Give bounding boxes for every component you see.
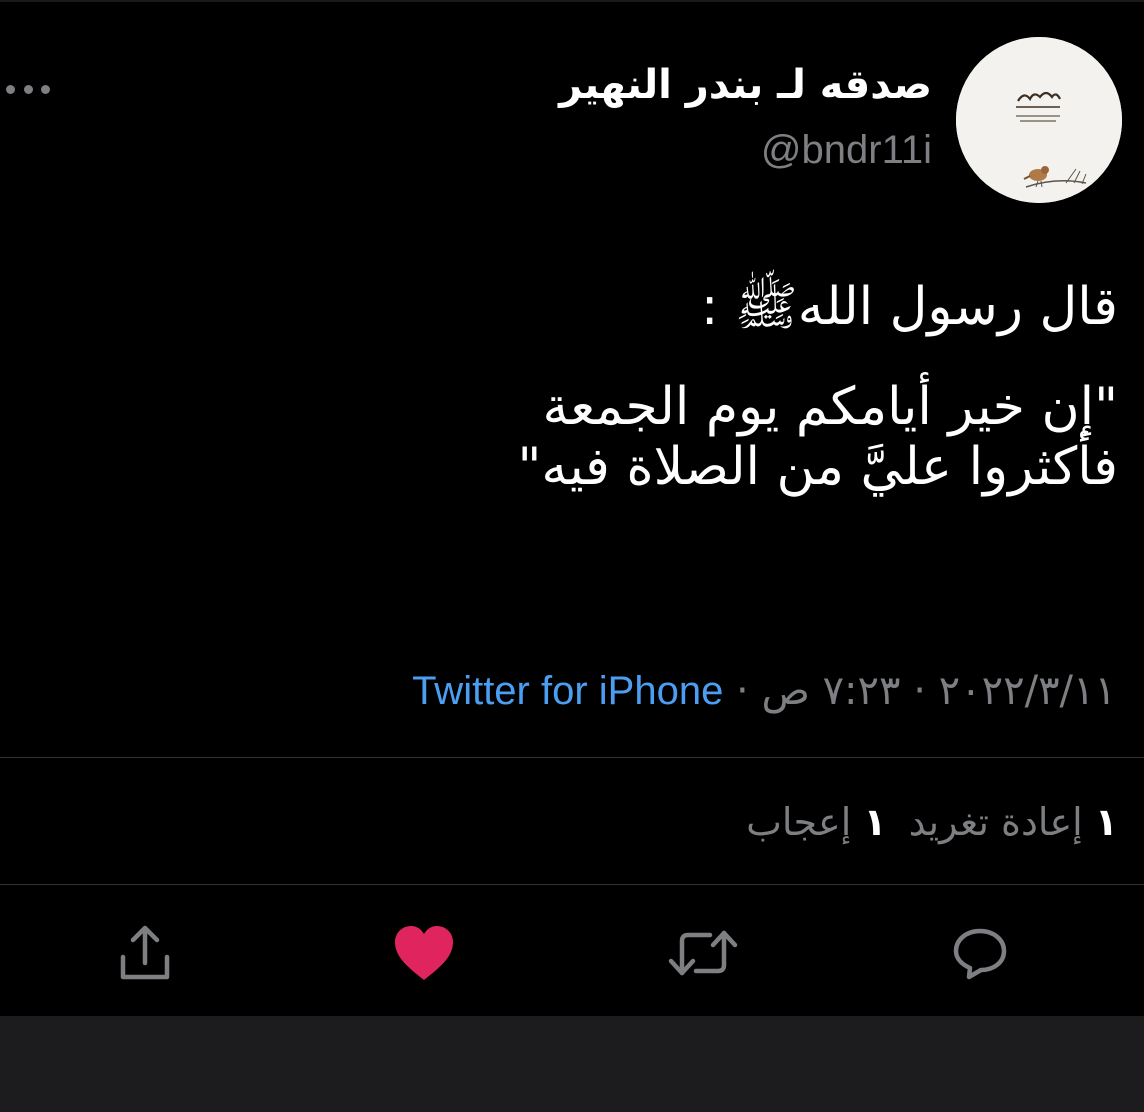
share-button[interactable] — [110, 918, 180, 988]
more-dot-icon — [23, 84, 33, 94]
engagement-stats: ١ إعادة تغريد١ إعجاب — [746, 800, 1118, 844]
like-button[interactable] — [389, 918, 459, 988]
tweet-line: قال رسول اللهﷺ : — [700, 277, 1118, 337]
retweet-icon — [668, 930, 738, 976]
more-dot-icon — [6, 84, 15, 94]
retweets-stat[interactable]: ١ إعادة تغريد — [909, 800, 1118, 844]
meta-separator: · — [913, 668, 926, 714]
reply-button[interactable] — [945, 918, 1015, 988]
divider — [0, 757, 1144, 758]
heart-filled-icon — [395, 926, 453, 980]
tweet-date: ٢٠٢٢/٣/١١ — [938, 668, 1116, 714]
retweets-label: إعادة تغريد — [908, 800, 1083, 844]
reply-bubble-icon — [953, 928, 1007, 980]
author-display-name[interactable]: صدقه لـ بندر النهير — [559, 62, 932, 108]
tweet-body: قال رسول اللهﷺ : "إن خير أيامكم يوم الجم… — [38, 277, 1118, 497]
tweet-source-link[interactable]: Twitter for iPhone — [412, 669, 723, 713]
tweet-time: ٧:٢٣ ص — [761, 668, 901, 714]
divider — [0, 884, 1144, 885]
tweet-metadata: ٢٠٢٢/٣/١١ · ٧:٢٣ ص · Twitter for iPhone — [412, 668, 1116, 714]
tweet-line: فأكثروا عليَّ من الصلاة فيه" — [517, 436, 1118, 497]
retweet-button[interactable] — [668, 918, 738, 988]
more-dot-icon — [41, 84, 50, 94]
meta-separator: · — [736, 668, 749, 714]
tweet-line: "إن خير أيامكم يوم الجمعة — [542, 376, 1118, 437]
share-upload-icon — [120, 925, 170, 980]
top-divider — [0, 0, 1144, 2]
bottom-bar — [0, 1016, 1144, 1112]
retweets-count: ١ — [1094, 800, 1118, 844]
avatar[interactable] — [956, 37, 1122, 203]
likes-stat[interactable]: ١ إعجاب — [746, 800, 886, 844]
likes-count: ١ — [863, 800, 887, 844]
more-options-icon[interactable] — [6, 76, 50, 102]
avatar-image — [956, 37, 1122, 203]
likes-label: إعجاب — [746, 800, 852, 844]
author-handle[interactable]: @bndr11i — [761, 128, 932, 173]
